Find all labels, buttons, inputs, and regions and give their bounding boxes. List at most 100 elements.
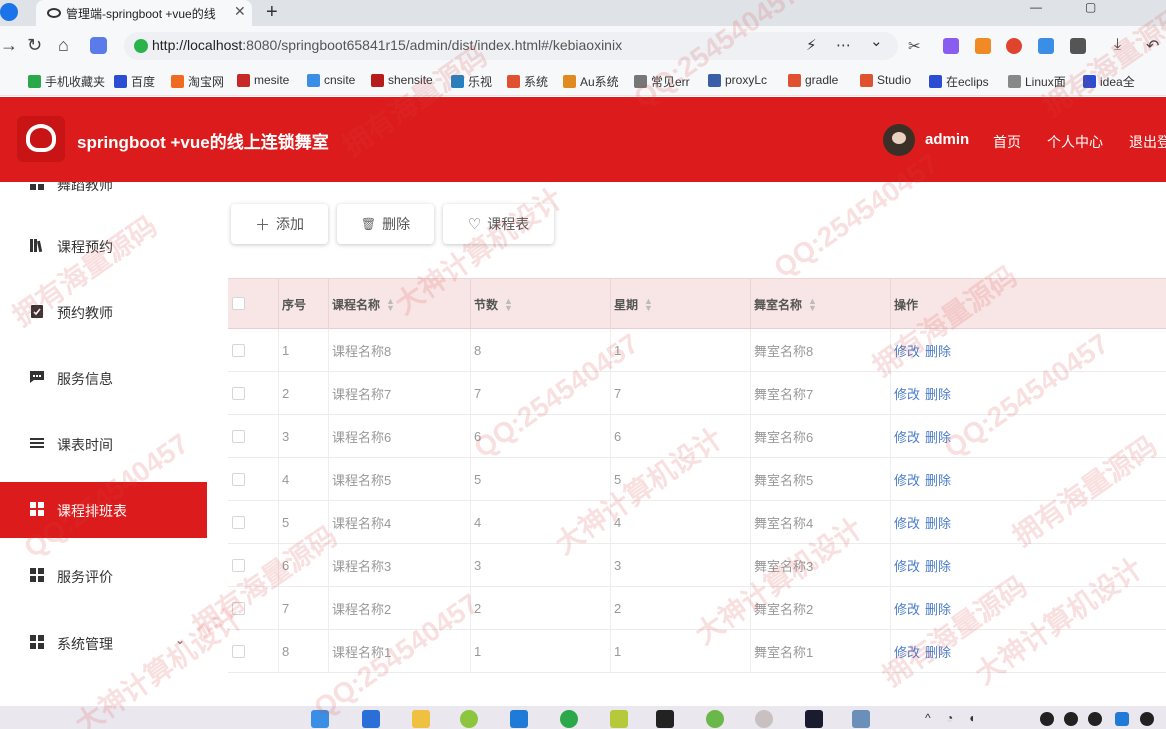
app-icon[interactable] [706,710,724,728]
row-checkbox[interactable] [232,430,245,443]
extensions-icon[interactable] [1070,38,1086,54]
home-icon[interactable]: ⌂ [58,35,69,56]
sidebar-item-service-review[interactable]: 服务评价 [0,548,207,604]
maximize-button[interactable]: ▢ [1085,0,1096,14]
bookmark-item[interactable]: 淘宝网 [171,73,224,90]
delete-link[interactable]: 删除 [925,642,951,661]
bookmark-item[interactable]: Au系统 [563,73,619,90]
sidebar-item-service-info[interactable]: 服务信息 [0,350,207,406]
edit-link[interactable]: 修改 [894,642,920,661]
weibo-extension-icon[interactable] [1006,38,1022,54]
delete-link[interactable]: 删除 [925,470,951,489]
delete-link[interactable]: 删除 [925,599,951,618]
bookmark-item[interactable]: gradle [788,73,838,87]
select-all-checkbox[interactable] [232,297,245,310]
minimize-button[interactable]: — [1030,0,1042,14]
row-checkbox[interactable] [232,602,245,615]
browser-sidebar-icon[interactable] [0,0,22,26]
download-icon[interactable]: ⤓ [1114,36,1121,54]
row-checkbox[interactable] [232,559,245,572]
new-tab-button[interactable]: + [266,1,278,24]
nav-logout[interactable]: 退出登 [1129,132,1166,152]
bookmark-item[interactable]: shensite [371,73,433,87]
delete-link[interactable]: 删除 [925,427,951,446]
wifi-icon[interactable]: ◔ [946,711,953,725]
row-checkbox[interactable] [232,516,245,529]
row-checkbox[interactable] [232,645,245,658]
dropdown-icon[interactable]: ⌄ [870,32,883,50]
app-icon[interactable] [852,710,870,728]
column-header-sessions[interactable]: 节数 ▲ ▼ [470,279,610,330]
add-button[interactable]: ＋ 添加 [231,204,328,244]
edit-link[interactable]: 修改 [894,513,920,532]
bookmark-item[interactable]: 常见err [634,73,690,90]
delete-button[interactable]: 🗑 删除 [337,204,434,244]
tab-close-icon[interactable]: ✕ [234,3,246,20]
column-header-weekday[interactable]: 星期 ▲ ▼ [610,279,750,330]
bookmark-item[interactable]: 手机收藏夹 [28,73,105,90]
sort-icon[interactable]: ▲ ▼ [644,296,653,312]
bookmark-item[interactable]: proxyLc [708,73,767,87]
terminal-icon[interactable] [656,710,674,728]
app-icon[interactable] [362,710,380,728]
browser-tab[interactable]: 管理端-springboot +vue的线 ✕ [36,0,252,26]
row-checkbox[interactable] [232,387,245,400]
username[interactable]: admin [925,131,969,148]
column-header-studio-name[interactable]: 舞室名称 ▲ ▼ [750,279,890,330]
ide-icon[interactable] [805,710,823,728]
address-bar[interactable]: http://localhost:8080/springboot65841r15… [124,32,898,60]
bookmark-item[interactable]: cnsite [307,73,355,87]
nav-profile[interactable]: 个人中心 [1047,132,1103,152]
qq-icon[interactable] [1040,712,1054,726]
bookmark-item[interactable]: 百度 [114,73,155,90]
sort-icon[interactable]: ▲ ▼ [808,296,817,312]
sidebar-item-schedule-time[interactable]: 课表时间 [0,416,207,472]
edit-link[interactable]: 修改 [894,556,920,575]
qq-icon[interactable] [1140,712,1154,726]
sidebar-item-dance-teacher[interactable]: 舞蹈教师 [0,182,207,212]
qq-icon[interactable] [1064,712,1078,726]
tray-up-icon[interactable]: ^ [925,711,931,725]
wechat-icon[interactable] [560,710,578,728]
app-icon[interactable] [610,710,628,728]
qq-icon[interactable] [1088,712,1102,726]
bookmark-item[interactable]: 在eclips [929,73,989,90]
bolt-icon[interactable]: ⚡ [806,36,817,54]
app-icon[interactable] [1115,712,1129,726]
app-icon[interactable] [460,710,478,728]
folder-icon[interactable] [412,710,430,728]
schedule-button[interactable]: ♡ 课程表 [443,204,554,244]
edit-link[interactable]: 修改 [894,384,920,403]
translate-extension-icon[interactable] [943,38,959,54]
bookmark-item[interactable]: Linux面 [1008,73,1066,90]
bookmark-item[interactable]: mesite [237,73,289,87]
sort-icon[interactable]: ▲ ▼ [504,296,513,312]
volume-icon[interactable]: ◖ [968,711,975,725]
app-icon[interactable] [510,710,528,728]
row-checkbox[interactable] [232,344,245,357]
edit-link[interactable]: 修改 [894,470,920,489]
delete-link[interactable]: 删除 [925,341,951,360]
nav-home[interactable]: 首页 [993,132,1021,152]
avatar[interactable] [883,124,915,156]
bookmark-item[interactable]: 系统 [507,73,548,90]
sidebar-item-course-booking[interactable]: 课程预约 [0,218,207,274]
more-icon[interactable]: ⋯ [836,36,851,54]
sidebar-item-book-teacher[interactable]: 预约教师 [0,284,207,340]
delete-link[interactable]: 删除 [925,513,951,532]
back-icon[interactable]: → [0,35,18,56]
bookmark-item[interactable]: 乐视 [451,73,492,90]
undo-icon[interactable]: ↶ [1146,36,1159,56]
reload-icon[interactable]: ↻ [27,35,42,56]
delete-link[interactable]: 删除 [925,556,951,575]
bookmark-item[interactable]: Studio [860,73,911,87]
column-header-course-name[interactable]: 课程名称 ▲ ▼ [328,279,470,330]
game-extension-icon[interactable] [975,38,991,54]
edit-link[interactable]: 修改 [894,341,920,360]
sort-icon[interactable]: ▲ ▼ [386,296,395,312]
bookmark-item[interactable]: idea全 [1083,73,1135,90]
sidebar-item-course-schedule[interactable]: 课程排班表 [0,482,207,538]
browser-icon[interactable] [755,710,773,728]
scissors-icon[interactable]: ✂ [908,37,921,55]
ai-assistant-icon[interactable] [90,37,107,54]
